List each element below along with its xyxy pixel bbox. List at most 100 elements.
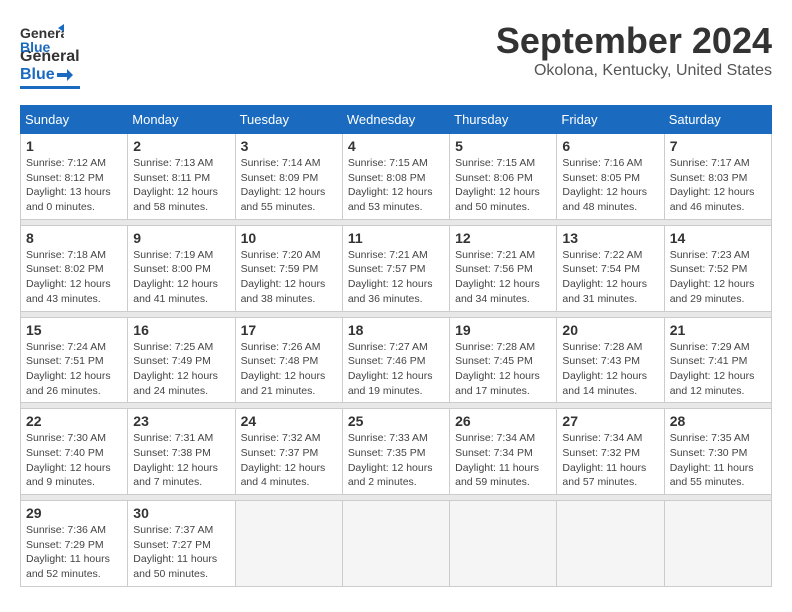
day-number: 21 xyxy=(670,322,766,338)
day-number: 17 xyxy=(241,322,337,338)
day-number: 2 xyxy=(133,138,229,154)
day-header-wednesday: Wednesday xyxy=(342,106,449,134)
svg-text:Blue: Blue xyxy=(20,39,51,55)
calendar-day-24: 24 Sunrise: 7:32 AMSunset: 7:37 PMDayligh… xyxy=(235,409,342,495)
day-number: 27 xyxy=(562,413,658,429)
calendar-day-17: 17 Sunrise: 7:26 AMSunset: 7:48 PMDayligh… xyxy=(235,317,342,403)
day-number: 30 xyxy=(133,505,229,521)
calendar-day-22: 22Sunrise: 7:30 AMSunset: 7:40 PMDayligh… xyxy=(21,409,128,495)
logo-icon xyxy=(57,67,73,83)
title-area: September 2024 Okolona, Kentucky, United… xyxy=(496,20,772,80)
day-info: Sunrise: 7:33 AMSunset: 7:35 PMDaylight:… xyxy=(348,431,444,490)
day-number: 14 xyxy=(670,230,766,246)
day-info: Sunrise: 7:29 AMSunset: 7:41 PMDaylight:… xyxy=(670,340,766,399)
day-number: 10 xyxy=(241,230,337,246)
calendar-day-5: 5Sunrise: 7:15 AMSunset: 8:06 PMDaylight… xyxy=(450,134,557,220)
day-info: Sunrise: 7:26 AMSunset: 7:48 PMDaylight:… xyxy=(241,340,337,399)
day-number: 7 xyxy=(670,138,766,154)
day-info: Sunrise: 7:21 AMSunset: 7:56 PMDaylight:… xyxy=(455,248,551,307)
logo: General Blue General Blue xyxy=(20,20,80,89)
calendar-day-29: 29 Sunrise: 7:36 AMSunset: 7:29 PMDayligh… xyxy=(21,501,128,587)
day-info: Sunrise: 7:23 AMSunset: 7:52 PMDaylight:… xyxy=(670,248,766,307)
day-info: Sunrise: 7:37 AMSunset: 7:27 PMDaylight:… xyxy=(133,523,229,582)
day-number: 19 xyxy=(455,322,551,338)
calendar-day-21: 21 Sunrise: 7:29 AMSunset: 7:41 PMDayligh… xyxy=(664,317,771,403)
calendar-day-8: 8Sunrise: 7:18 AMSunset: 8:02 PMDaylight… xyxy=(21,225,128,311)
calendar-week-row: 15 Sunrise: 7:24 AMSunset: 7:51 PMDayligh… xyxy=(21,317,772,403)
calendar-day-7: 7 Sunrise: 7:17 AMSunset: 8:03 PMDaylight… xyxy=(664,134,771,220)
day-header-friday: Friday xyxy=(557,106,664,134)
month-title: September 2024 xyxy=(496,20,772,62)
day-info: Sunrise: 7:28 AMSunset: 7:45 PMDaylight:… xyxy=(455,340,551,399)
day-info: Sunrise: 7:28 AMSunset: 7:43 PMDaylight:… xyxy=(562,340,658,399)
calendar-week-row: 1 Sunrise: 7:12 AMSunset: 8:12 PMDaylight… xyxy=(21,134,772,220)
calendar-day-30: 30 Sunrise: 7:37 AMSunset: 7:27 PMDayligh… xyxy=(128,501,235,587)
calendar-week-row: 29 Sunrise: 7:36 AMSunset: 7:29 PMDayligh… xyxy=(21,501,772,587)
day-header-sunday: Sunday xyxy=(21,106,128,134)
day-info: Sunrise: 7:32 AMSunset: 7:37 PMDaylight:… xyxy=(241,431,337,490)
calendar-day-15: 15 Sunrise: 7:24 AMSunset: 7:51 PMDayligh… xyxy=(21,317,128,403)
empty-day xyxy=(450,501,557,587)
calendar-day-14: 14 Sunrise: 7:23 AMSunset: 7:52 PMDayligh… xyxy=(664,225,771,311)
day-info: Sunrise: 7:34 AMSunset: 7:32 PMDaylight:… xyxy=(562,431,658,490)
calendar-day-1: 1 Sunrise: 7:12 AMSunset: 8:12 PMDaylight… xyxy=(21,134,128,220)
empty-day xyxy=(664,501,771,587)
calendar-day-16: 16 Sunrise: 7:25 AMSunset: 7:49 PMDayligh… xyxy=(128,317,235,403)
empty-day xyxy=(235,501,342,587)
day-header-saturday: Saturday xyxy=(664,106,771,134)
calendar-header-row: SundayMondayTuesdayWednesdayThursdayFrid… xyxy=(21,106,772,134)
day-header-monday: Monday xyxy=(128,106,235,134)
day-header-tuesday: Tuesday xyxy=(235,106,342,134)
day-number: 15 xyxy=(26,322,122,338)
day-info: Sunrise: 7:15 AMSunset: 8:06 PMDaylight:… xyxy=(455,156,551,215)
day-number: 13 xyxy=(562,230,658,246)
calendar-day-18: 18Sunrise: 7:27 AMSunset: 7:46 PMDayligh… xyxy=(342,317,449,403)
day-info: Sunrise: 7:35 AMSunset: 7:30 PMDaylight:… xyxy=(670,431,766,490)
day-number: 6 xyxy=(562,138,658,154)
day-info: Sunrise: 7:19 AMSunset: 8:00 PMDaylight:… xyxy=(133,248,229,307)
day-info: Sunrise: 7:21 AMSunset: 7:57 PMDaylight:… xyxy=(348,248,444,307)
day-header-thursday: Thursday xyxy=(450,106,557,134)
empty-day xyxy=(557,501,664,587)
calendar: SundayMondayTuesdayWednesdayThursdayFrid… xyxy=(20,105,772,587)
day-number: 24 xyxy=(241,413,337,429)
day-number: 16 xyxy=(133,322,229,338)
day-info: Sunrise: 7:25 AMSunset: 7:49 PMDaylight:… xyxy=(133,340,229,399)
day-number: 29 xyxy=(26,505,122,521)
logo-blue: Blue xyxy=(20,66,55,84)
calendar-day-27: 27 Sunrise: 7:34 AMSunset: 7:32 PMDayligh… xyxy=(557,409,664,495)
day-number: 23 xyxy=(133,413,229,429)
day-info: Sunrise: 7:16 AMSunset: 8:05 PMDaylight:… xyxy=(562,156,658,215)
calendar-day-6: 6 Sunrise: 7:16 AMSunset: 8:05 PMDaylight… xyxy=(557,134,664,220)
calendar-day-11: 11 Sunrise: 7:21 AMSunset: 7:57 PMDayligh… xyxy=(342,225,449,311)
calendar-day-2: 2 Sunrise: 7:13 AMSunset: 8:11 PMDaylight… xyxy=(128,134,235,220)
calendar-day-13: 13Sunrise: 7:22 AMSunset: 7:54 PMDayligh… xyxy=(557,225,664,311)
day-info: Sunrise: 7:24 AMSunset: 7:51 PMDaylight:… xyxy=(26,340,122,399)
day-number: 28 xyxy=(670,413,766,429)
day-info: Sunrise: 7:36 AMSunset: 7:29 PMDaylight:… xyxy=(26,523,122,582)
day-number: 22 xyxy=(26,413,122,429)
day-info: Sunrise: 7:20 AMSunset: 7:59 PMDaylight:… xyxy=(241,248,337,307)
calendar-week-row: 22Sunrise: 7:30 AMSunset: 7:40 PMDayligh… xyxy=(21,409,772,495)
day-number: 12 xyxy=(455,230,551,246)
calendar-day-9: 9Sunrise: 7:19 AMSunset: 8:00 PMDaylight… xyxy=(128,225,235,311)
day-info: Sunrise: 7:14 AMSunset: 8:09 PMDaylight:… xyxy=(241,156,337,215)
day-info: Sunrise: 7:13 AMSunset: 8:11 PMDaylight:… xyxy=(133,156,229,215)
day-info: Sunrise: 7:12 AMSunset: 8:12 PMDaylight:… xyxy=(26,156,122,215)
calendar-day-4: 4Sunrise: 7:15 AMSunset: 8:08 PMDaylight… xyxy=(342,134,449,220)
day-info: Sunrise: 7:34 AMSunset: 7:34 PMDaylight:… xyxy=(455,431,551,490)
day-number: 8 xyxy=(26,230,122,246)
day-number: 4 xyxy=(348,138,444,154)
header: General Blue General Blue September 2024… xyxy=(20,20,772,89)
day-number: 25 xyxy=(348,413,444,429)
day-info: Sunrise: 7:17 AMSunset: 8:03 PMDaylight:… xyxy=(670,156,766,215)
calendar-day-25: 25 Sunrise: 7:33 AMSunset: 7:35 PMDayligh… xyxy=(342,409,449,495)
day-number: 18 xyxy=(348,322,444,338)
calendar-week-row: 8Sunrise: 7:18 AMSunset: 8:02 PMDaylight… xyxy=(21,225,772,311)
day-number: 11 xyxy=(348,230,444,246)
day-number: 1 xyxy=(26,138,122,154)
calendar-day-28: 28 Sunrise: 7:35 AMSunset: 7:30 PMDayligh… xyxy=(664,409,771,495)
day-number: 20 xyxy=(562,322,658,338)
calendar-day-3: 3 Sunrise: 7:14 AMSunset: 8:09 PMDaylight… xyxy=(235,134,342,220)
day-number: 3 xyxy=(241,138,337,154)
